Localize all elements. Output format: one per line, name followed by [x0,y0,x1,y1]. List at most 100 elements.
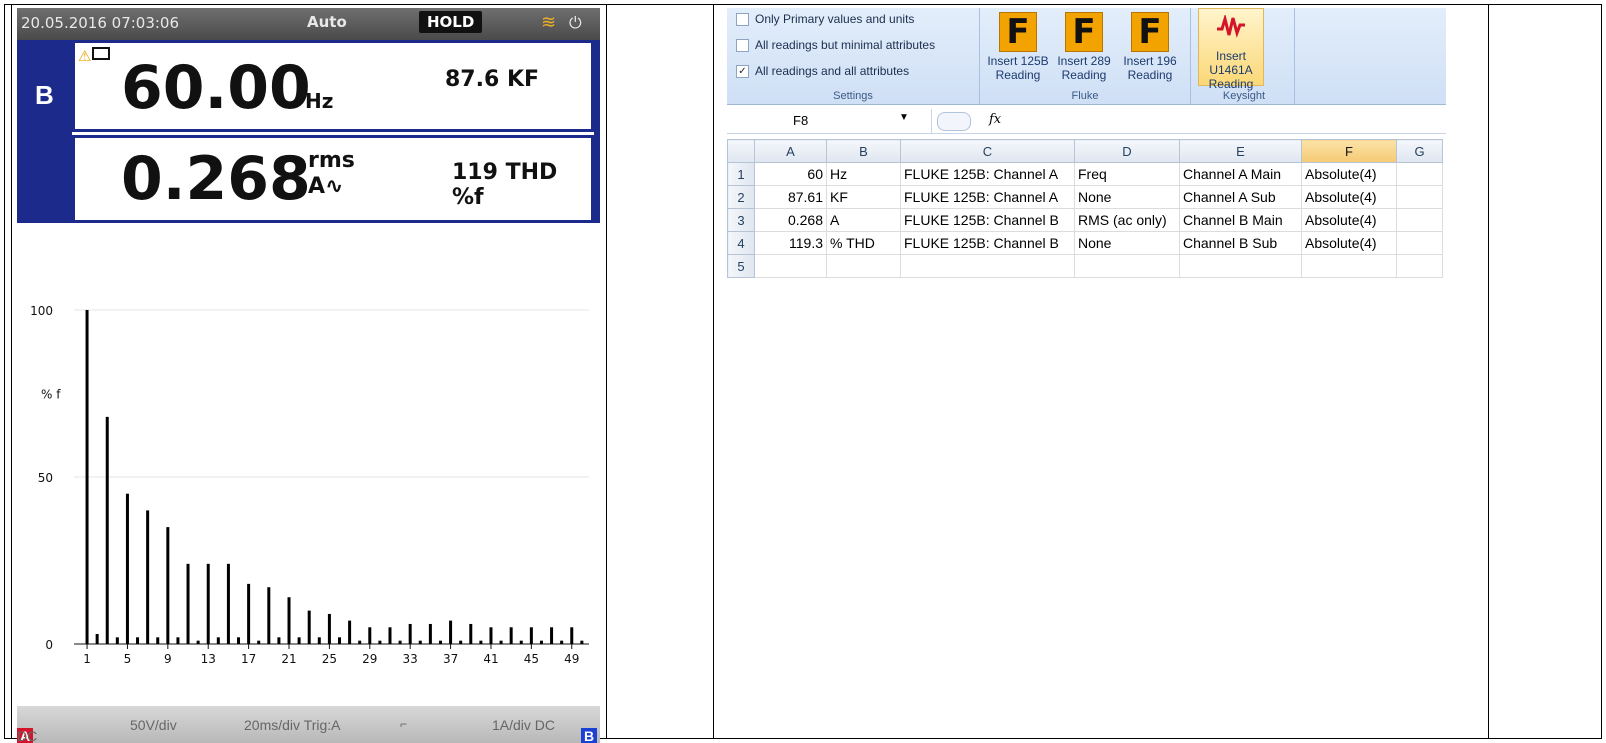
cell[interactable] [1396,185,1443,209]
column-header[interactable]: F [1301,139,1397,163]
cell[interactable]: None [1074,231,1180,255]
column-header[interactable]: C [900,139,1075,163]
harmonic-bar [85,310,89,644]
column-header[interactable]: E [1179,139,1302,163]
cell[interactable]: 60 [754,162,827,186]
table-row: 3 0.268 A FLUKE 125B: Channel B RMS (ac only… [727,208,1443,232]
table-divider [606,4,607,739]
cell[interactable]: Channel B Sub [1179,231,1302,255]
excel-window: Only Primary values and units All readin… [727,8,1446,283]
insert-u1461a-button[interactable]: Insert U1461A Reading [1198,8,1264,91]
cell[interactable]: FLUKE 125B: Channel A [900,162,1075,186]
harmonic-bar [428,623,432,644]
cell[interactable]: Channel A Sub [1179,185,1302,209]
column-header[interactable]: A [754,139,827,163]
harmonic-bar [327,613,331,644]
insert-289-button[interactable]: F Insert 289 Reading [1051,8,1117,82]
cell[interactable]: 0.268 [754,208,827,232]
cell[interactable]: Absolute(4) [1301,185,1397,209]
volts-per-div: 50V/div [130,717,177,733]
high-voltage-warning-icon: ⚠ [78,47,111,65]
chevron-down-icon[interactable]: ▼ [899,112,909,123]
option-all-attributes[interactable]: ✓ All readings and all attributes [736,64,909,78]
column-header[interactable]: G [1396,139,1443,163]
row-header[interactable]: 3 [727,208,755,232]
cell[interactable]: Absolute(4) [1301,231,1397,255]
checkbox-checked-icon[interactable]: ✓ [736,64,749,78]
cell[interactable]: 119.3 [754,231,827,255]
option-minimal-attributes[interactable]: All readings but minimal attributes [736,38,935,52]
cell[interactable]: Absolute(4) [1301,208,1397,232]
cell[interactable]: FLUKE 125B: Channel B [900,208,1075,232]
x-tick-label: 37 [443,652,458,666]
x-tick-label: 25 [322,652,337,666]
cell[interactable]: None [1074,185,1180,209]
row-header[interactable]: 1 [727,162,755,186]
option-primary-only[interactable]: Only Primary values and units [736,12,914,26]
x-tick-label: 21 [281,652,296,666]
x-tick-label: 9 [164,652,172,666]
row-header[interactable]: 4 [727,231,755,255]
cell[interactable]: Freq [1074,162,1180,186]
main-sub-reading: 87.6 KF [445,67,540,92]
harmonic-bar [105,416,109,644]
cell[interactable]: Hz [826,162,901,186]
cell[interactable] [1396,162,1443,186]
checkbox-icon[interactable] [736,38,749,52]
cell[interactable] [900,254,1075,278]
harmonic-bar [570,627,574,644]
harmonic-bar [449,620,453,644]
select-all-corner[interactable] [727,139,755,163]
cell[interactable] [1179,254,1302,278]
cell[interactable]: RMS (ac only) [1074,208,1180,232]
name-box[interactable]: F8 ▼ [727,109,932,133]
channel-b-scale: 1A/div DC [492,717,556,733]
formula-toggle[interactable] [937,112,971,131]
cell[interactable] [826,254,901,278]
cell[interactable]: Absolute(4) [1301,162,1397,186]
cell[interactable] [1396,254,1443,278]
harmonic-bar [539,640,543,644]
wireless-icon: ≋ [541,12,557,33]
secondary-sub-reading: 119 THD %f [452,160,558,210]
insert-196-button[interactable]: F Insert 196 Reading [1117,8,1183,82]
harmonic-bar [418,640,422,644]
cell[interactable] [1301,254,1397,278]
cell[interactable]: KF [826,185,901,209]
harmonic-bar [509,627,513,644]
x-tick-label: 49 [564,652,579,666]
cell[interactable]: FLUKE 125B: Channel A [900,185,1075,209]
x-tick-label: 45 [524,652,539,666]
cell[interactable] [754,254,827,278]
y-tick-label: 50 [38,471,53,485]
cell[interactable]: 87.61 [754,185,827,209]
cell[interactable]: FLUKE 125B: Channel B [900,231,1075,255]
cell[interactable]: Channel B Main [1179,208,1302,232]
group-label: Keysight [1222,90,1266,102]
checkbox-icon[interactable] [736,12,749,26]
harmonic-bar [196,640,200,644]
cell[interactable] [1396,208,1443,232]
harmonic-bar [136,637,140,644]
column-header[interactable]: D [1074,139,1180,163]
harmonic-bar [519,640,523,644]
cell[interactable]: % THD [826,231,901,255]
row-header[interactable]: 5 [727,254,755,278]
cell[interactable]: A [826,208,901,232]
cell[interactable]: Channel A Main [1179,162,1302,186]
harmonic-bar [388,627,392,644]
cell[interactable] [1074,254,1180,278]
function-icon[interactable]: fx [989,112,1001,127]
row-header[interactable]: 2 [727,185,755,209]
insert-125b-button[interactable]: F Insert 125B Reading [985,8,1051,82]
harmonic-bar [368,627,372,644]
cell[interactable] [1396,231,1443,255]
harmonic-bar [459,640,463,644]
harmonic-bar [206,563,210,644]
column-header[interactable]: B [826,139,901,163]
harmonic-bar [489,627,493,644]
harmonic-bar [529,627,533,644]
x-tick-label: 17 [241,652,256,666]
table-divider [1488,4,1489,739]
harmonic-bar [499,640,503,644]
